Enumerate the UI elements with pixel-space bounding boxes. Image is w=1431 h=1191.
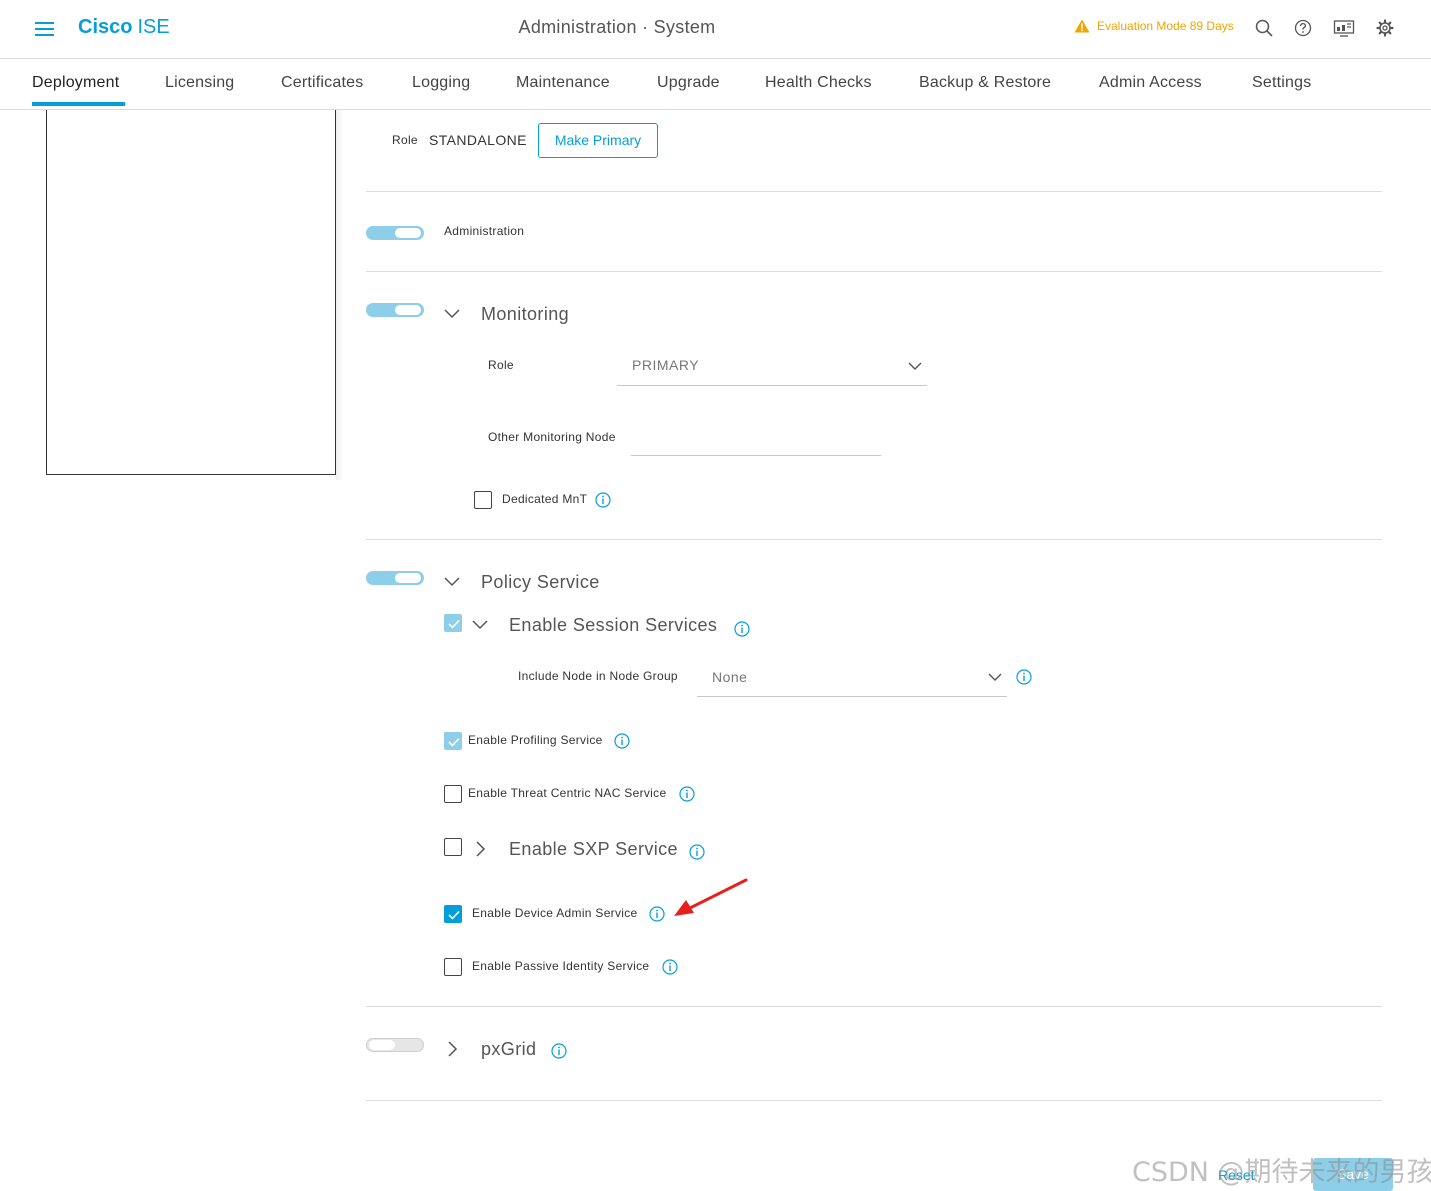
brand-name: Cisco xyxy=(78,16,133,38)
chevron-down-icon xyxy=(908,362,922,370)
monitoring-role-select[interactable]: PRIMARY xyxy=(617,350,927,386)
evaluation-text: Evaluation Mode 89 Days xyxy=(1097,19,1234,33)
annotation-arrow-icon xyxy=(674,878,748,916)
info-icon[interactable] xyxy=(1016,669,1032,685)
monitoring-role-label: Role xyxy=(488,358,514,372)
profiling-checkbox[interactable] xyxy=(444,732,462,750)
tab-licensing[interactable]: Licensing xyxy=(165,74,234,92)
administration-toggle[interactable] xyxy=(366,226,424,240)
chevron-down-icon xyxy=(988,673,1002,681)
dedicated-mnt-label: Dedicated MnT xyxy=(502,492,588,506)
tab-logging[interactable]: Logging xyxy=(412,74,470,92)
section-divider xyxy=(366,539,1382,540)
node-group-value: None xyxy=(712,669,748,685)
tab-health-checks[interactable]: Health Checks xyxy=(765,74,872,92)
sxp-label: Enable SXP Service xyxy=(509,839,678,859)
panel-shadow xyxy=(336,110,344,480)
section-divider xyxy=(366,1006,1382,1007)
administration-label: Administration xyxy=(444,224,525,238)
dashboard-icon[interactable] xyxy=(1333,18,1355,38)
menu-icon[interactable] xyxy=(35,22,54,36)
passive-identity-checkbox[interactable] xyxy=(444,958,462,976)
warning-icon xyxy=(1074,19,1090,33)
threat-centric-nac-label: Enable Threat Centric NAC Service xyxy=(468,786,667,800)
sxp-checkbox[interactable] xyxy=(444,838,462,856)
section-divider xyxy=(366,271,1382,272)
info-icon[interactable] xyxy=(689,844,705,860)
device-admin-label: Enable Device Admin Service xyxy=(472,906,638,920)
info-icon[interactable] xyxy=(614,733,630,749)
node-group-select[interactable]: None xyxy=(697,661,1007,697)
dedicated-mnt-checkbox[interactable] xyxy=(474,491,492,509)
session-services-label: Enable Session Services xyxy=(509,615,718,635)
gear-icon[interactable] xyxy=(1375,18,1395,38)
tab-settings[interactable]: Settings xyxy=(1252,74,1311,92)
policy-service-toggle[interactable] xyxy=(366,571,424,585)
session-services-checkbox[interactable] xyxy=(444,614,462,632)
policy-service-label: Policy Service xyxy=(481,572,600,592)
watermark: CSDN @期待未来的男孩 xyxy=(1132,1157,1431,1188)
section-divider xyxy=(366,1100,1382,1101)
node-group-label: Include Node in Node Group xyxy=(518,669,678,683)
search-icon[interactable] xyxy=(1254,18,1274,38)
chevron-right-icon[interactable] xyxy=(443,1040,461,1058)
tab-backup-restore[interactable]: Backup & Restore xyxy=(919,74,1051,92)
other-monitoring-node-label: Other Monitoring Node xyxy=(488,430,616,444)
chevron-down-icon[interactable] xyxy=(443,573,461,591)
tab-admin-access[interactable]: Admin Access xyxy=(1099,74,1202,92)
chevron-down-icon[interactable] xyxy=(471,616,489,634)
deployment-tree-panel xyxy=(46,110,336,475)
pxgrid-toggle[interactable] xyxy=(366,1038,424,1052)
chevron-down-icon[interactable] xyxy=(443,305,461,323)
info-icon[interactable] xyxy=(662,959,678,975)
active-tab-indicator xyxy=(32,102,125,106)
tab-certificates[interactable]: Certificates xyxy=(281,74,363,92)
brand-logo[interactable]: Cisco ISE xyxy=(78,16,170,39)
tab-upgrade[interactable]: Upgrade xyxy=(657,74,720,92)
threat-centric-nac-checkbox[interactable] xyxy=(444,785,462,803)
help-icon[interactable] xyxy=(1293,18,1313,38)
device-admin-checkbox[interactable] xyxy=(444,905,462,923)
chevron-right-icon[interactable] xyxy=(471,840,489,858)
section-divider xyxy=(366,191,1382,192)
monitoring-role-value: PRIMARY xyxy=(632,357,700,373)
node-role-value: STANDALONE xyxy=(429,132,527,148)
profiling-label: Enable Profiling Service xyxy=(468,733,603,747)
page-title: Administration · System xyxy=(518,17,716,37)
info-icon[interactable] xyxy=(649,906,665,922)
monitoring-toggle[interactable] xyxy=(366,303,424,317)
make-primary-button[interactable]: Make Primary xyxy=(538,123,658,158)
other-monitoring-node-field[interactable] xyxy=(631,424,881,456)
info-icon[interactable] xyxy=(734,621,750,637)
evaluation-notice[interactable]: Evaluation Mode 89 Days xyxy=(1074,19,1234,33)
tab-maintenance[interactable]: Maintenance xyxy=(516,74,610,92)
brand-product: ISE xyxy=(137,16,170,38)
monitoring-label: Monitoring xyxy=(481,304,570,324)
node-role-label: Role xyxy=(392,133,418,147)
info-icon[interactable] xyxy=(595,492,611,508)
passive-identity-label: Enable Passive Identity Service xyxy=(472,959,650,973)
info-icon[interactable] xyxy=(679,786,695,802)
info-icon[interactable] xyxy=(551,1043,567,1059)
tab-deployment[interactable]: Deployment xyxy=(32,74,119,92)
pxgrid-label: pxGrid xyxy=(481,1039,537,1059)
